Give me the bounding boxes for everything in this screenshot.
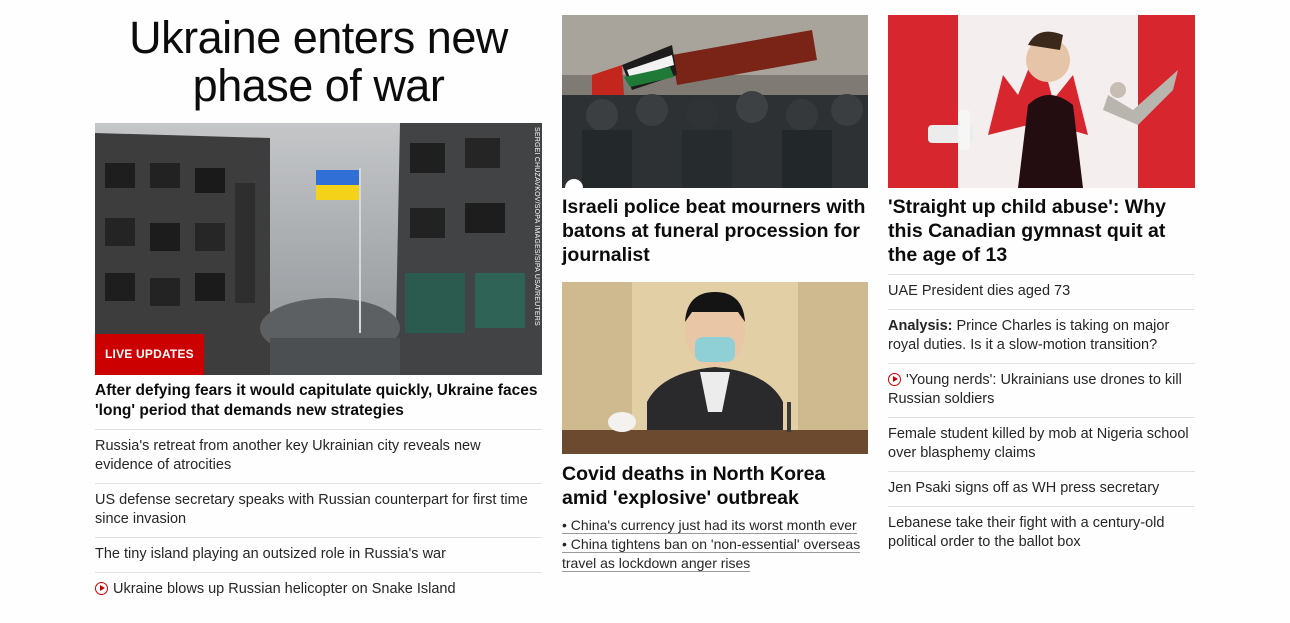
israel-headline[interactable]: Israeli police beat mourners with batons… bbox=[562, 195, 868, 267]
north-korea-image[interactable] bbox=[562, 282, 868, 454]
lead-headline[interactable]: After defying fears it would capitulate … bbox=[95, 381, 542, 421]
gymnast-headline[interactable]: 'Straight up child abuse': Why this Cana… bbox=[888, 195, 1195, 267]
bullet-link[interactable]: • China's currency just had its worst mo… bbox=[562, 516, 868, 535]
list-item[interactable]: Russia's retreat from another key Ukrain… bbox=[95, 429, 542, 483]
list-item[interactable]: UAE President dies aged 73 bbox=[888, 274, 1195, 309]
play-video-icon bbox=[888, 373, 901, 386]
main-headline[interactable]: Ukraine enters new phase of war bbox=[95, 14, 542, 110]
ukraine-story-list: Russia's retreat from another key Ukrain… bbox=[95, 429, 542, 607]
kim-illustration bbox=[562, 282, 868, 454]
list-item[interactable]: Jen Psaki signs off as WH press secretar… bbox=[888, 471, 1195, 506]
list-item[interactable]: The tiny island playing an outsized role… bbox=[95, 537, 542, 572]
analysis-label: Analysis: bbox=[888, 318, 953, 334]
feature-story-list: UAE President dies aged 73 Analysis: Pri… bbox=[888, 274, 1195, 560]
bullet-link[interactable]: • China tightens ban on 'non-essential' … bbox=[562, 535, 868, 573]
list-item[interactable]: Female student killed by mob at Nigeria … bbox=[888, 417, 1195, 471]
list-item[interactable]: 'Young nerds': Ukrainians use drones to … bbox=[888, 363, 1195, 417]
list-item[interactable]: Lebanese take their fight with a century… bbox=[888, 506, 1195, 560]
list-item[interactable]: Analysis: Prince Charles is taking on ma… bbox=[888, 309, 1195, 363]
funeral-procession-image[interactable] bbox=[562, 15, 868, 188]
north-korea-headline[interactable]: Covid deaths in North Korea amid 'explos… bbox=[562, 462, 868, 510]
list-item[interactable]: Ukraine blows up Russian helicopter on S… bbox=[95, 572, 542, 607]
play-video-icon bbox=[95, 582, 108, 595]
gymnast-illustration bbox=[888, 15, 1195, 188]
gymnast-image[interactable] bbox=[888, 15, 1195, 188]
column-ukraine: Ukraine enters new phase of war SERGEI C… bbox=[95, 0, 542, 597]
hero-image-ukraine[interactable]: SERGEI CHUZAVKOV/SOPA IMAGES/SIPA USA/RE… bbox=[95, 123, 542, 375]
list-item[interactable]: US defense secretary speaks with Russian… bbox=[95, 483, 542, 537]
live-updates-badge[interactable]: LIVE UPDATES bbox=[95, 334, 204, 375]
photo-credit: SERGEI CHUZAVKOV/SOPA IMAGES/SIPA USA/RE… bbox=[533, 127, 540, 326]
related-bullets: • China's currency just had its worst mo… bbox=[562, 516, 868, 573]
funeral-illustration bbox=[562, 15, 868, 188]
